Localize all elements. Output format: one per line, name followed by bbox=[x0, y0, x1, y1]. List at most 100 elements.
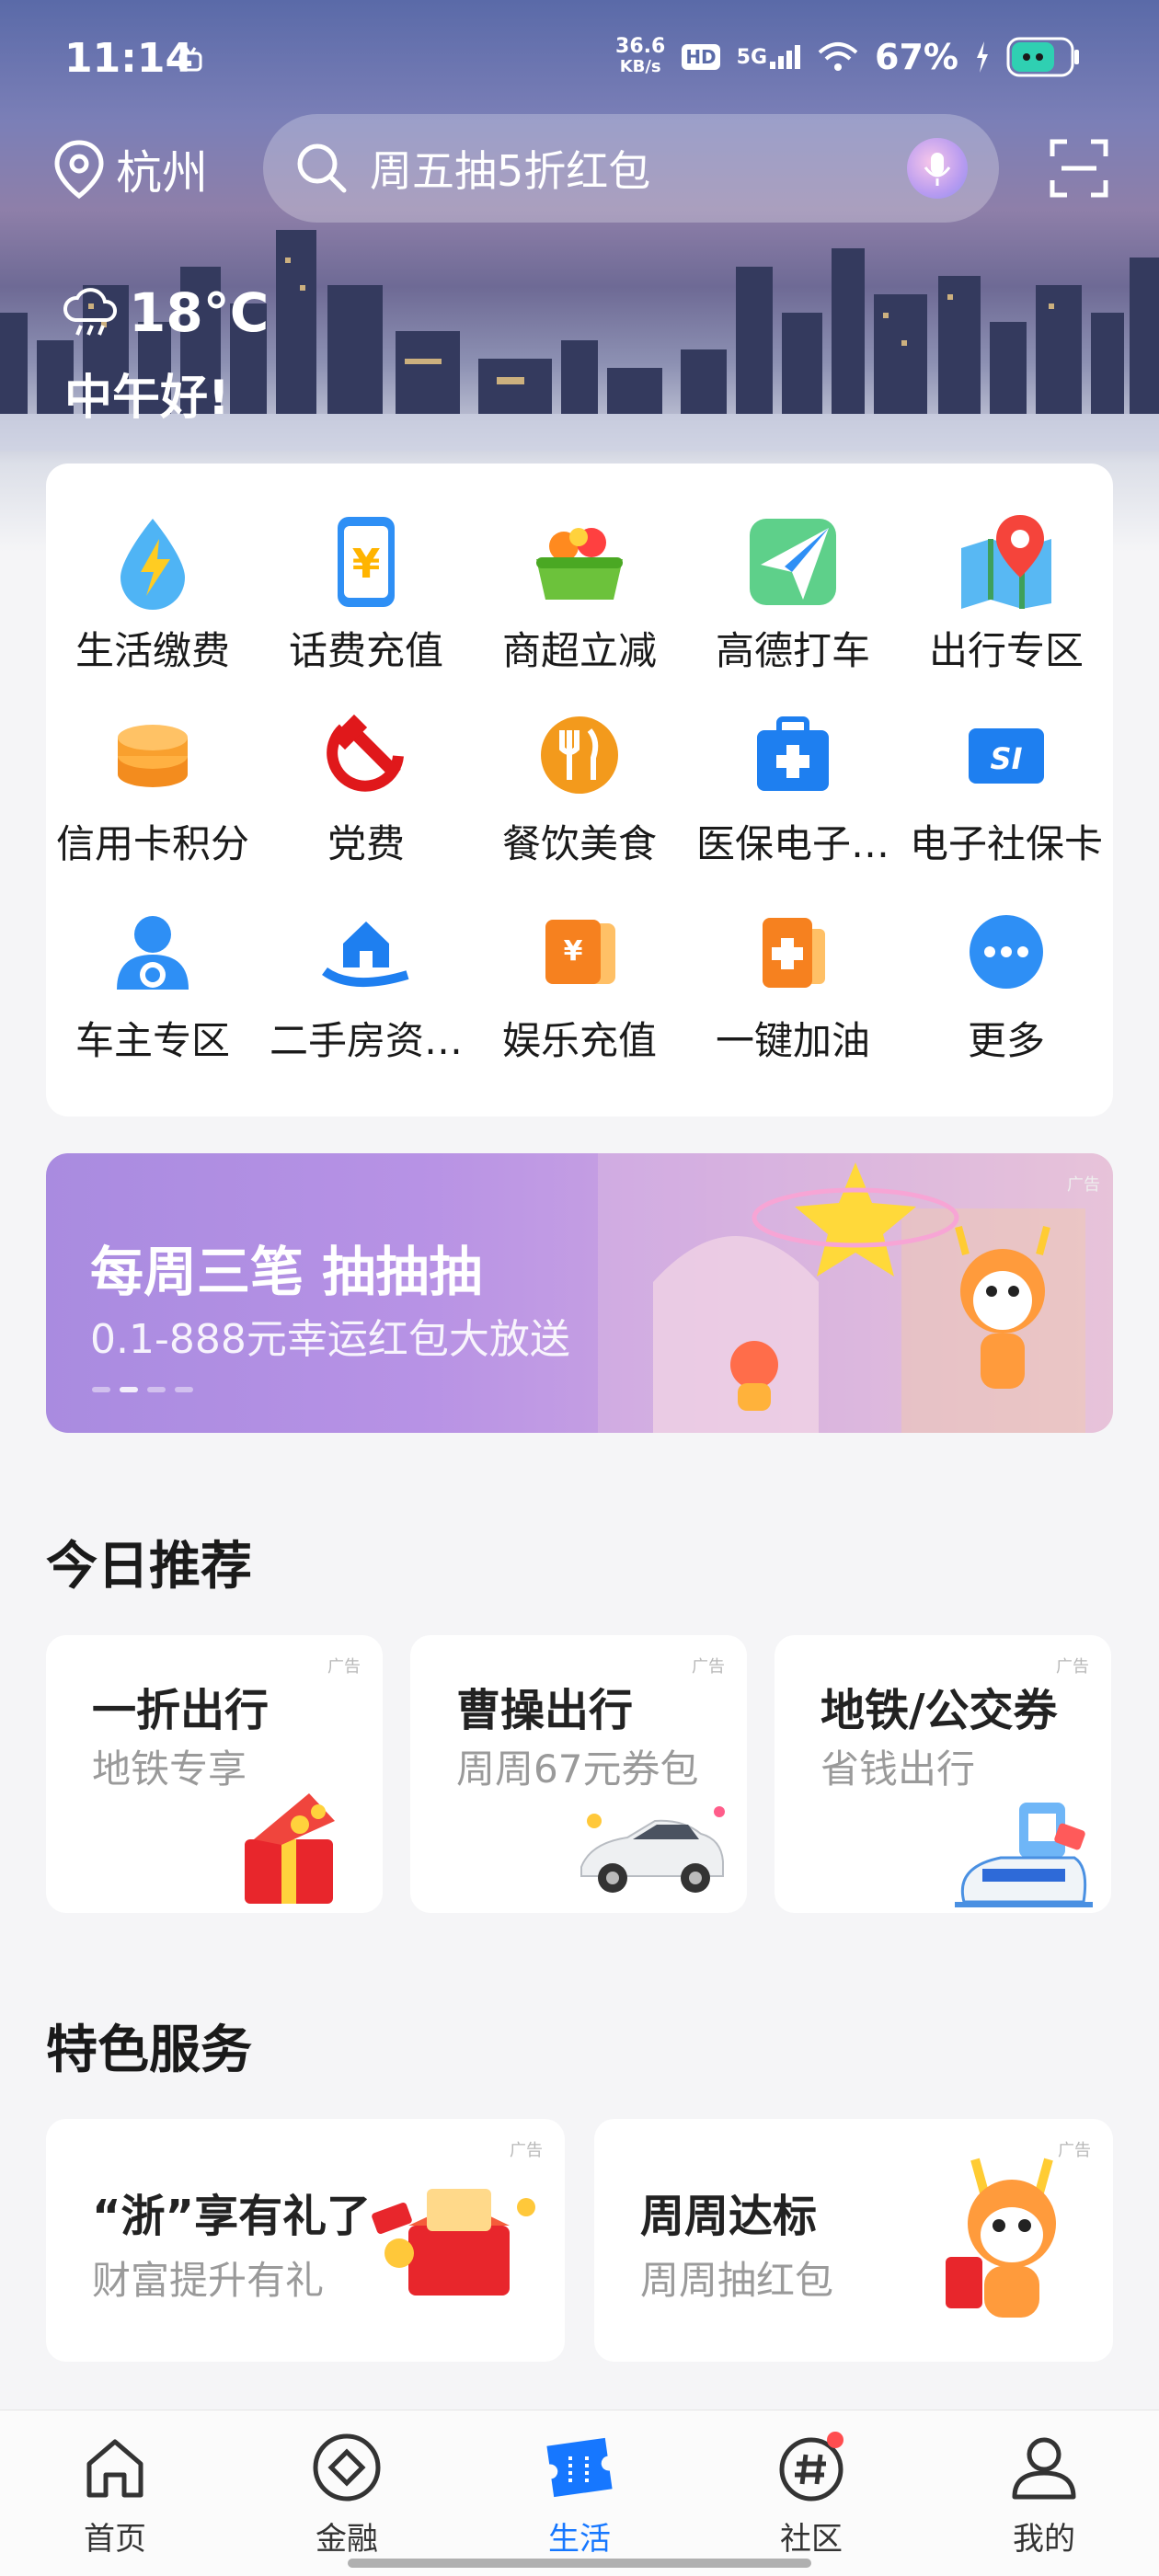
banner-title: 每周三笔 抽抽抽 bbox=[90, 1241, 483, 1303]
service-label: 电子社保卡 bbox=[909, 821, 1103, 866]
service-label: 党费 bbox=[327, 821, 405, 866]
red-envelope-gift-image bbox=[372, 2189, 535, 2296]
page-dot-active bbox=[120, 1387, 138, 1392]
charging-bolt-icon bbox=[977, 41, 988, 73]
svg-text:¥: ¥ bbox=[352, 541, 381, 588]
yuan-ticket-icon: ¥ bbox=[529, 901, 630, 1002]
featured-card[interactable]: 广告 周周达标 周周抽红包 bbox=[594, 2119, 1113, 2362]
service-entertainment-topup[interactable]: ¥ 娱乐充值 bbox=[473, 901, 686, 1066]
service-medical-insurance[interactable]: 医保电子… bbox=[686, 704, 900, 869]
service-label: 生活缴费 bbox=[75, 628, 230, 673]
car-owner-icon bbox=[102, 901, 203, 1002]
location-pin-icon bbox=[54, 140, 104, 200]
fork-knife-icon bbox=[529, 704, 630, 806]
search-icon bbox=[297, 143, 347, 193]
medical-kit-icon bbox=[742, 704, 843, 806]
hammer-sickle-icon bbox=[316, 704, 417, 806]
hashtag-icon bbox=[779, 2432, 843, 2502]
service-more[interactable]: 更多 bbox=[900, 901, 1113, 1066]
status-indicators: 36.6 KB/s HD 5G 67% bbox=[615, 37, 1080, 77]
service-car-owner[interactable]: 车主专区 bbox=[46, 901, 259, 1066]
rec-card[interactable]: 广告 一折出行 地铁专享 bbox=[46, 1635, 383, 1913]
tab-me[interactable]: 我的 bbox=[975, 2431, 1113, 2559]
battery-icon bbox=[1006, 37, 1079, 77]
wifi-icon bbox=[818, 42, 858, 71]
train-image bbox=[955, 1803, 1093, 1907]
bottom-tab-bar: 首页 金融 生活 社区 我的 bbox=[0, 2410, 1159, 2576]
banner-pagination bbox=[92, 1387, 193, 1392]
service-amap-taxi[interactable]: 高德打车 bbox=[686, 511, 900, 676]
house-hand-icon bbox=[316, 901, 417, 1002]
service-supermarket-discount[interactable]: 商超立减 bbox=[473, 511, 686, 676]
service-label: 车主专区 bbox=[75, 1018, 230, 1063]
featured-card-subtitle: 周周抽红包 bbox=[640, 2258, 834, 2303]
gift-box-image bbox=[245, 1793, 335, 1904]
ad-label: 广告 bbox=[327, 1657, 361, 1677]
service-travel-zone[interactable]: 出行专区 bbox=[900, 511, 1113, 676]
service-label: 一键加油 bbox=[715, 1018, 870, 1063]
hd-badge: HD bbox=[682, 44, 720, 70]
featured-card-title: “浙”享有礼了 bbox=[92, 2191, 372, 2242]
voice-search-icon[interactable] bbox=[907, 138, 968, 199]
ad-label: 广告 bbox=[692, 1657, 725, 1677]
si-card-icon: SI bbox=[956, 704, 1057, 806]
tab-life[interactable]: 生活 bbox=[511, 2431, 648, 2559]
lightning-drop-icon bbox=[102, 511, 203, 613]
rec-card[interactable]: 广告 曹操出行 周周67元券包 bbox=[410, 1635, 747, 1913]
map-pin-icon bbox=[956, 511, 1057, 613]
svg-text:SI: SI bbox=[991, 741, 1023, 776]
service-label: 更多 bbox=[967, 1018, 1045, 1063]
banner-illustration bbox=[598, 1153, 1113, 1433]
page-dot bbox=[92, 1387, 110, 1392]
ad-label: 广告 bbox=[510, 2141, 543, 2160]
deer-mascot-image bbox=[946, 2158, 1056, 2318]
battery-percent: 67% bbox=[875, 37, 958, 77]
rec-card-subtitle: 地铁专享 bbox=[92, 1746, 247, 1792]
net-speed-unit: KB/s bbox=[619, 57, 661, 76]
scan-button[interactable] bbox=[1049, 138, 1109, 202]
search-placeholder: 周五抽5折红包 bbox=[370, 146, 651, 196]
rec-card-subtitle: 周周67元券包 bbox=[456, 1746, 699, 1792]
promo-banner[interactable]: 广告 每周三笔 抽抽抽 0.1-888元幸运红包大放送 bbox=[46, 1153, 1113, 1433]
svg-text:¥: ¥ bbox=[564, 935, 583, 967]
service-credit-points[interactable]: 信用卡积分 bbox=[46, 704, 259, 869]
rain-cloud-icon bbox=[63, 288, 117, 336]
featured-card-title: 周周达标 bbox=[640, 2191, 818, 2242]
tab-label: 社区 bbox=[780, 2521, 843, 2558]
service-label: 高德打车 bbox=[715, 628, 870, 673]
net-type: 5G bbox=[736, 46, 768, 69]
net-speed: 36.6 KB/s bbox=[615, 37, 665, 77]
service-party-dues[interactable]: 党费 bbox=[259, 704, 473, 869]
rec-card[interactable]: 广告 地铁/公交券 省钱出行 bbox=[775, 1635, 1111, 1913]
service-label: 出行专区 bbox=[928, 628, 1084, 673]
greeting: 中午好! bbox=[64, 371, 230, 426]
search-box[interactable]: 周五抽5折红包 bbox=[263, 114, 999, 223]
tab-label: 生活 bbox=[548, 2521, 611, 2558]
location-selector[interactable]: 杭州 bbox=[52, 136, 208, 202]
service-food-dining[interactable]: 餐饮美食 bbox=[473, 704, 686, 869]
tab-label: 金融 bbox=[316, 2521, 378, 2558]
person-icon bbox=[1012, 2437, 1076, 2500]
net-speed-value: 36.6 bbox=[615, 35, 666, 58]
page-dot bbox=[175, 1387, 193, 1392]
service-utility-bills[interactable]: 生活缴费 bbox=[46, 511, 259, 676]
service-second-hand-house[interactable]: 二手房资… bbox=[259, 901, 473, 1066]
fuel-plus-icon bbox=[742, 901, 843, 1002]
service-label: 信用卡积分 bbox=[55, 821, 249, 866]
service-label: 二手房资… bbox=[269, 1018, 463, 1063]
service-one-click-refuel[interactable]: 一键加油 bbox=[686, 901, 900, 1066]
tab-home[interactable]: 首页 bbox=[46, 2431, 184, 2559]
status-bar: 11:14 36.6 KB/s HD 5G 67% bbox=[0, 0, 1159, 120]
featured-card[interactable]: 广告 “浙”享有礼了 财富提升有礼 bbox=[46, 2119, 565, 2362]
city-name: 杭州 bbox=[116, 146, 208, 200]
service-label: 商超立减 bbox=[501, 628, 657, 673]
weather-info[interactable]: 18°C bbox=[61, 281, 269, 344]
phone-yuan-icon: ¥ bbox=[316, 511, 417, 613]
page-dot bbox=[147, 1387, 166, 1392]
home-indicator[interactable] bbox=[348, 2559, 811, 2568]
service-social-security-card[interactable]: SI 电子社保卡 bbox=[900, 704, 1113, 869]
tab-finance[interactable]: 金融 bbox=[278, 2431, 416, 2559]
service-phone-topup[interactable]: ¥ 话费充值 bbox=[259, 511, 473, 676]
tab-community[interactable]: 社区 bbox=[742, 2431, 880, 2559]
car-image bbox=[580, 1806, 725, 1893]
